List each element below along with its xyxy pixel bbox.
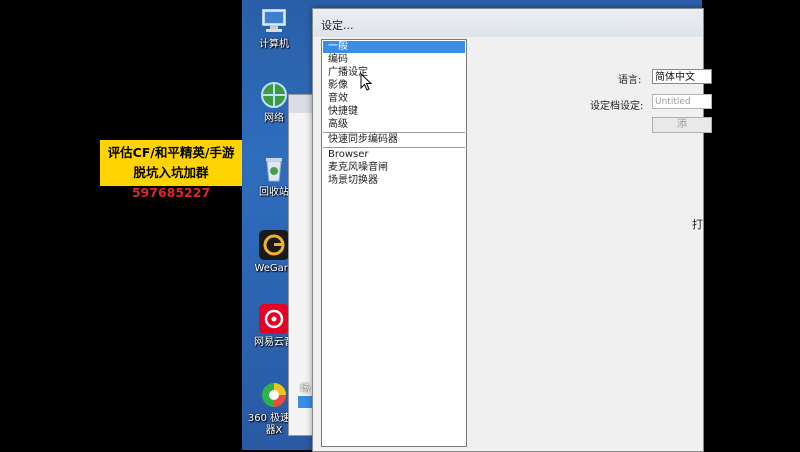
cut-off-label: 打 <box>692 218 703 231</box>
360-browser-icon <box>259 380 289 410</box>
language-select[interactable]: 简体中文 <box>652 69 712 84</box>
background-window-selection <box>298 396 312 408</box>
dialog-titlebar[interactable]: 设定... <box>313 9 703 37</box>
promo-line-1: 评估CF/和平精英/手游 <box>107 145 235 160</box>
dialog-title: 设定... <box>321 19 354 32</box>
background-window-text: 场 <box>300 384 310 395</box>
desktop-icon-label-line2: 器X <box>265 425 283 436</box>
category-advanced[interactable]: 高级 <box>328 119 348 131</box>
category-separator <box>323 147 465 148</box>
wegame-icon <box>259 230 289 260</box>
settings-category-list[interactable]: 一般 编码 广播设定 影像 音效 快捷键 高级 快速同步编码器 Browser … <box>321 39 467 447</box>
recycle-bin-icon <box>259 154 289 184</box>
promo-group-number: 597685227 <box>131 185 211 200</box>
promo-line-2: 脱坑入坑加群 597685227 <box>100 163 242 203</box>
category-video[interactable]: 影像 <box>328 80 348 92</box>
desktop-icon-label: 计算机 <box>259 39 289 50</box>
desktop-icon-label: 回收站 <box>259 187 289 198</box>
category-encoding[interactable]: 编码 <box>328 54 348 66</box>
language-label: 语言: <box>618 75 642 86</box>
category-quicksync-encoder[interactable]: 快速同步编码器 <box>328 134 398 146</box>
network-icon <box>259 80 289 110</box>
desktop-icon-label: 网络 <box>264 113 284 124</box>
promo-line-2-prefix: 脱坑入坑加群 <box>133 165 209 180</box>
category-scene-switcher[interactable]: 场景切换器 <box>328 175 378 187</box>
netease-music-icon <box>259 304 289 334</box>
desktop-icon-computer[interactable]: 计算机 <box>242 6 306 51</box>
category-audio[interactable]: 音效 <box>328 93 348 105</box>
screen: 计算机 网络 回收站 WeGam 网易云音 360 极速浏 器X 评估CF/和平… <box>0 0 800 452</box>
category-noise-gate[interactable]: 麦克风噪音闸 <box>328 162 388 174</box>
category-browser[interactable]: Browser <box>328 149 369 161</box>
mouse-cursor-icon <box>360 73 372 91</box>
category-general[interactable]: 一般 <box>323 41 465 53</box>
computer-icon <box>259 6 289 36</box>
profile-label: 设定档设定: <box>590 101 644 112</box>
add-profile-button[interactable]: 添 <box>652 117 712 133</box>
category-hotkeys[interactable]: 快捷键 <box>328 106 358 118</box>
promo-banner: 评估CF/和平精英/手游 脱坑入坑加群 597685227 <box>100 140 242 200</box>
category-separator <box>323 132 465 133</box>
profile-input[interactable]: Untitled <box>652 94 712 109</box>
